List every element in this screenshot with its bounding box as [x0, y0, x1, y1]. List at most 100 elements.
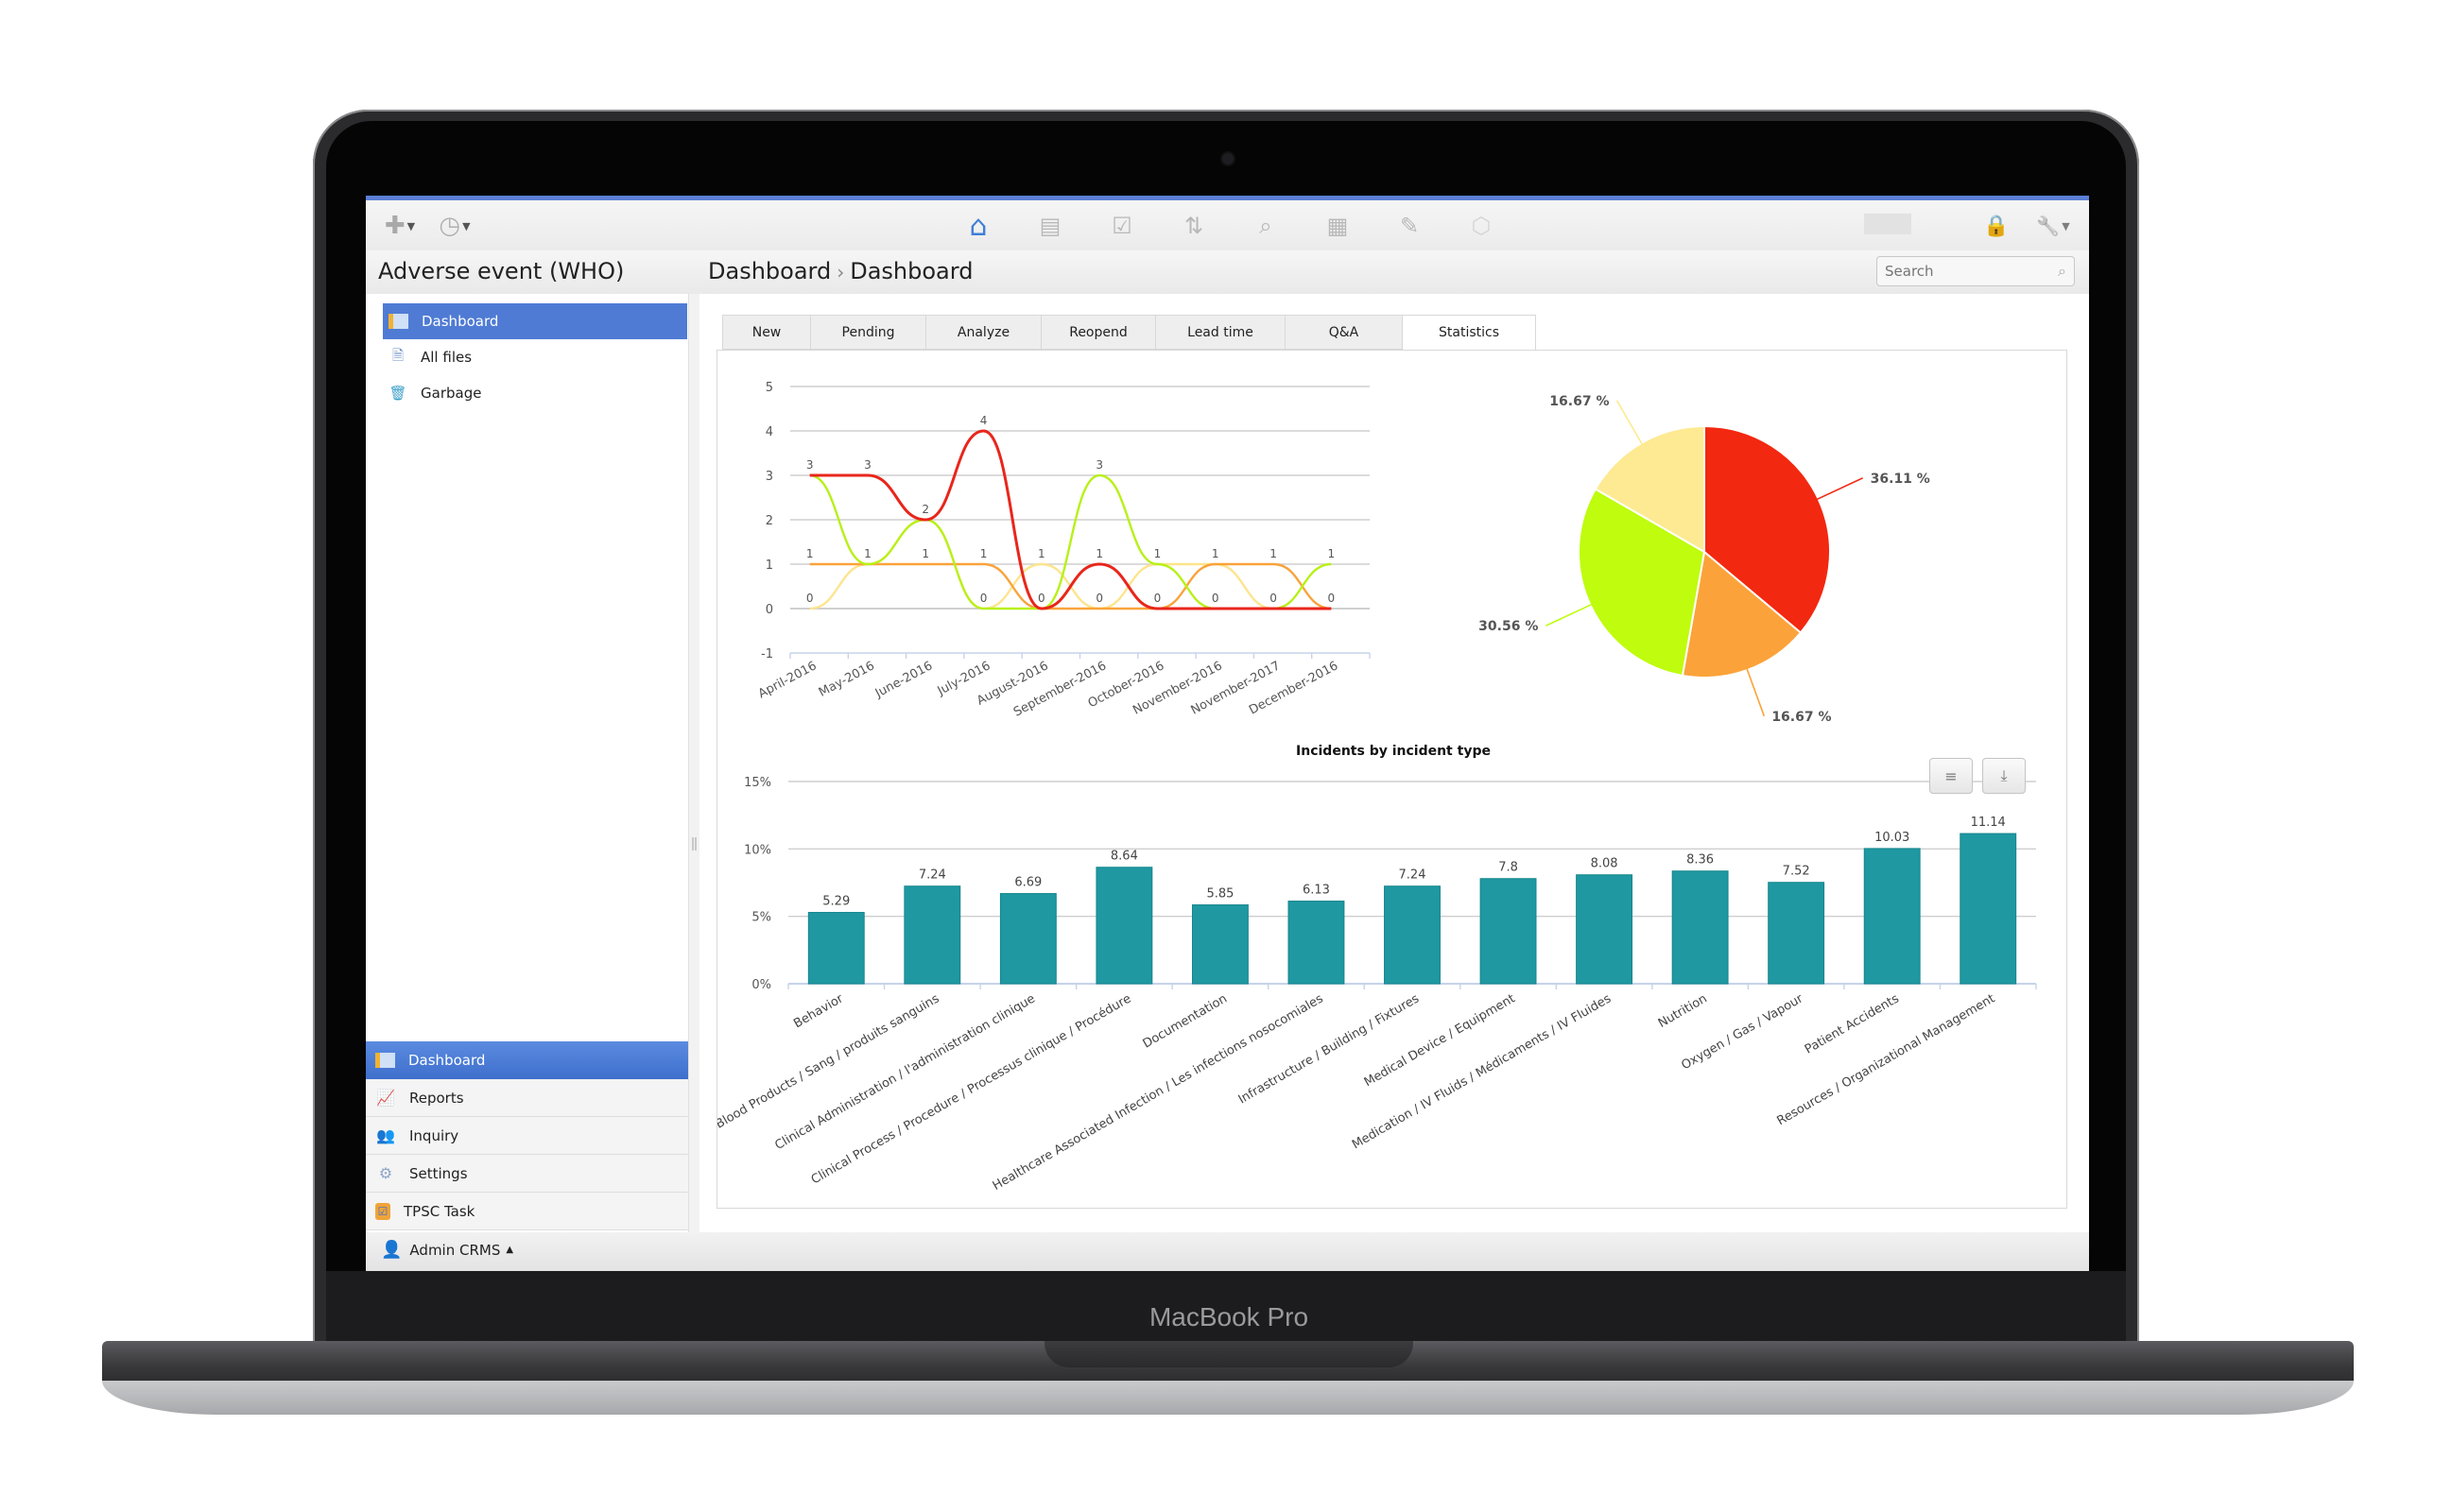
laptop-base-lip — [102, 1381, 2354, 1415]
breadcrumb-separator-icon: › — [837, 261, 845, 284]
tab-analyze[interactable]: Analyze — [925, 315, 1041, 350]
bar — [1384, 885, 1441, 985]
y-tick-label: 1 — [766, 558, 773, 573]
bar-value-label: 6.69 — [1014, 876, 1042, 890]
chevron-down-icon: ▼ — [462, 219, 471, 232]
data-label: 3 — [864, 458, 872, 472]
sidebar-item-all-files[interactable]: 🗎 All files — [383, 339, 687, 375]
y-tick-label: 5 — [766, 381, 773, 395]
sidebar-item-dashboard[interactable]: Dashboard — [383, 303, 687, 339]
tab-qa[interactable]: Q&A — [1285, 315, 1402, 350]
bar — [1863, 848, 1921, 985]
data-label: 1 — [980, 547, 988, 560]
trash-icon: 🗑 — [389, 385, 407, 402]
breadcrumb-item[interactable]: Dashboard — [708, 258, 831, 284]
nav-item-label: TPSC Task — [404, 1202, 475, 1220]
nav-item-label: Dashboard — [408, 1052, 486, 1069]
app-title: Adverse event (WHO) — [378, 258, 625, 284]
package-button[interactable]: ⬡ — [1467, 212, 1495, 240]
splitter-grip-icon — [692, 837, 697, 850]
user-name: Admin CRMS — [409, 1241, 501, 1259]
nav-item-settings[interactable]: ⚙ Settings — [366, 1155, 688, 1193]
main-toolbar: ✚ ▼ ◷ ▼ ⌂ ▤ ☑ ⇅ ⌕ ▦ ✎ ⬡ 🔒 🔧 ▼ — [366, 200, 2089, 251]
package-icon: ⬡ — [1471, 213, 1492, 239]
nav-item-label: Settings — [409, 1164, 468, 1182]
tab-lead-time[interactable]: Lead time — [1155, 315, 1285, 350]
add-icon: ✚ — [384, 212, 406, 240]
file-search-icon: 🗎 — [391, 346, 405, 364]
download-chart-button[interactable]: ⤓ — [1982, 758, 2026, 794]
y-tick-label: 0 — [766, 603, 773, 617]
tools-menu-button[interactable]: 🔧 ▼ — [2029, 212, 2077, 240]
nav-item-dashboard[interactable]: Dashboard — [366, 1041, 688, 1079]
data-label: 1 — [1038, 547, 1045, 560]
users-icon: 👥 — [376, 1126, 395, 1144]
y-tick-label: 2 — [766, 514, 773, 528]
x-tick-label: Documentation — [1141, 991, 1230, 1051]
print-chart-button[interactable]: ≡ — [1929, 758, 1973, 794]
sidebar-item-label: Garbage — [421, 385, 482, 402]
bar-value-label: 8.08 — [1591, 857, 1618, 871]
tab-reopend[interactable]: Reopend — [1041, 315, 1155, 350]
print-icon: ≡ — [1944, 766, 1958, 785]
y-tick-label: 0% — [751, 978, 771, 992]
nav-item-tpsc-task[interactable]: ☑ TPSC Task — [366, 1193, 688, 1230]
tab-new[interactable]: New — [722, 315, 810, 350]
sidebar: Dashboard 🗎 All files 🗑 Garbage Dashboar… — [366, 294, 688, 1271]
pie-data-label: 30.56 % — [1478, 619, 1538, 634]
sidebar-item-garbage[interactable]: 🗑 Garbage — [383, 375, 687, 411]
reports-button[interactable]: ▤ — [1036, 212, 1064, 240]
nav-item-inquiry[interactable]: 👥 Inquiry — [366, 1117, 688, 1155]
home-button[interactable]: ⌂ — [964, 210, 993, 243]
laptop-lid-notch — [1045, 1341, 1413, 1367]
bar — [1671, 870, 1729, 985]
x-tick-label: May-2016 — [817, 659, 877, 699]
bar-value-label: 11.14 — [1971, 816, 2006, 830]
tab-pending[interactable]: Pending — [810, 315, 925, 350]
pie-data-label: 16.67 % — [1549, 394, 1609, 409]
map-search-button[interactable]: ▦ — [1323, 212, 1352, 240]
download-icon: ⤓ — [2000, 766, 2008, 784]
x-tick-label: Infrastructure / Building / Fixtures — [1236, 991, 1422, 1107]
checklist-button[interactable]: ☑ — [1108, 212, 1136, 240]
status-footer: 👤 Admin CRMS ▲ — [366, 1232, 2089, 1271]
y-tick-label: 4 — [766, 425, 773, 439]
bar-chart: Incidents by incident type 0% 5% 10% 15% 5.… — [717, 744, 2037, 1194]
bar — [999, 893, 1057, 985]
document-search-icon: ⌕ — [1259, 213, 1272, 239]
data-label: 1 — [1154, 547, 1162, 560]
edit-form-button[interactable]: ✎ — [1395, 212, 1424, 240]
document-search-button[interactable]: ⌕ — [1252, 212, 1280, 240]
bar — [1479, 878, 1537, 985]
add-menu-button[interactable]: ✚ ▼ — [379, 212, 421, 240]
pie-data-label: 16.67 % — [1771, 710, 1831, 725]
data-label: 0 — [1328, 592, 1336, 605]
bar — [807, 912, 865, 985]
chart-title: Incidents by incident type — [1296, 744, 1491, 759]
data-label: 2 — [922, 503, 929, 516]
lock-button[interactable]: 🔒 — [1982, 212, 2011, 240]
user-menu[interactable]: 👤 Admin CRMS ▲ — [381, 1240, 513, 1260]
history-menu-button[interactable]: ◷ ▼ — [434, 212, 475, 240]
search-icon[interactable]: ⌕ — [2058, 262, 2066, 281]
search-input[interactable] — [1877, 257, 2044, 285]
data-label: 0 — [1038, 592, 1045, 605]
y-tick-label: 5% — [751, 911, 771, 925]
breadcrumb-item-current: Dashboard — [850, 258, 974, 284]
gear-icon: ⚙ — [378, 1164, 393, 1182]
x-tick-label: Nutrition — [1656, 991, 1710, 1030]
sync-button[interactable]: ⇅ — [1180, 212, 1208, 240]
data-label: 1 — [1096, 547, 1103, 560]
edit-form-icon: ✎ — [1399, 213, 1420, 239]
nav-item-reports[interactable]: 📈 Reports — [366, 1079, 688, 1117]
nav-item-label: Reports — [409, 1089, 464, 1107]
pie-leader-line — [1744, 664, 1766, 717]
x-tick-label: Behavior — [791, 991, 846, 1031]
data-label: 1 — [1269, 547, 1277, 560]
data-label: 0 — [1212, 592, 1219, 605]
pie-leader-line — [1545, 601, 1597, 627]
page-header: Adverse event (WHO) Dashboard › Dashboard — [366, 250, 2089, 294]
x-tick-label: Clinical Process / Procedure / Processus… — [809, 991, 1134, 1187]
tab-statistics[interactable]: Statistics — [1402, 315, 1536, 351]
bar-value-label: 10.03 — [1874, 831, 1909, 845]
